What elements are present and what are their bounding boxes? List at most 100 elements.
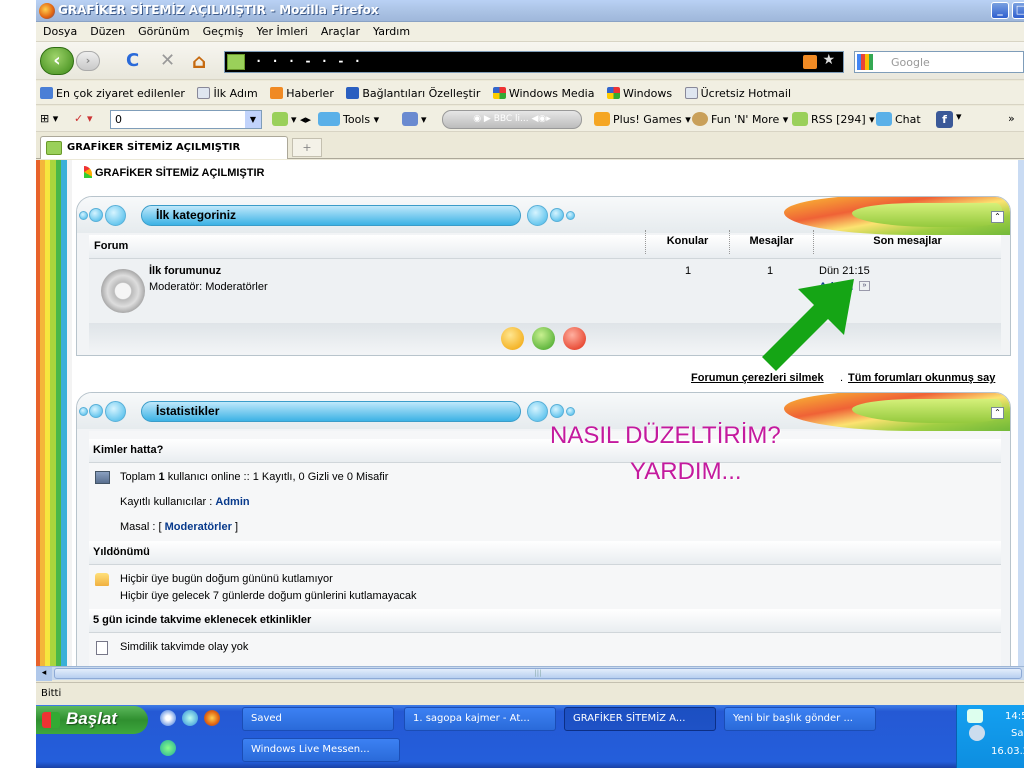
- google-search-engine-icon[interactable]: [857, 54, 873, 70]
- page-title: GRAFİKER SİTEMİZ AÇILMIŞTIR: [76, 166, 264, 179]
- messenger-icon[interactable]: [160, 740, 176, 756]
- maximize-button[interactable]: □: [1012, 2, 1024, 19]
- task-windows-live-messenger[interactable]: Windows Live Messen...: [242, 738, 400, 762]
- statistics-panel-header: İstatistikler ⌃: [77, 393, 1010, 431]
- toolbar-menu-icon[interactable]: ⊞ ▾: [40, 112, 58, 125]
- bookmark-windows[interactable]: Windows: [603, 81, 677, 100]
- calendar-icon: [96, 641, 108, 655]
- red-ball-icon: [563, 327, 586, 350]
- stop-icon[interactable]: ✕: [160, 51, 175, 71]
- menu-history[interactable]: Geçmiş: [196, 22, 250, 38]
- tray-network-icon[interactable]: [969, 725, 985, 741]
- menu-edit[interactable]: Düzen: [83, 22, 131, 38]
- chat-button[interactable]: Chat: [876, 112, 921, 126]
- column-forum: Forum: [94, 240, 129, 252]
- task-sagopa[interactable]: 1. sagopa kajmer - At...: [404, 707, 556, 731]
- menu-bookmarks[interactable]: Yer İmleri: [249, 22, 313, 38]
- new-tab-button[interactable]: +: [292, 138, 322, 157]
- menu-tools[interactable]: Araçlar: [314, 22, 366, 38]
- site-favicon: [227, 54, 245, 70]
- menu-file[interactable]: Dosya: [36, 22, 83, 38]
- category-panel: İlk kategoriniz ⌃ Forum Konular Mesajlar…: [76, 196, 1011, 356]
- tools-menu[interactable]: Tools ▾: [318, 112, 379, 126]
- moderators-group-link[interactable]: Moderatörler: [165, 521, 232, 533]
- windows-taskbar: Başlat Saved 1. sagopa kajmer - At... GR…: [36, 705, 1024, 768]
- menu-bar: Dosya Düzen Görünüm Geçmiş Yer İmleri Araçlar…: [36, 22, 1024, 42]
- addon-logo-icon[interactable]: ✓ ▾: [74, 112, 93, 125]
- home-icon[interactable]: ⌂: [192, 51, 206, 71]
- registered-users: Kayıtlı kullanıcılar : Admin: [120, 496, 250, 508]
- bookmark-windows-media[interactable]: Windows Media: [489, 81, 600, 100]
- toolbar-overflow[interactable]: »: [1008, 112, 1015, 125]
- ie-icon[interactable]: [160, 710, 176, 726]
- bubble-icon: [89, 404, 103, 418]
- addon-toolbar: ⊞ ▾ ✓ ▾ 0 ▼ ▾ ◂▸ Tools ▾ ▾ ◉ ▶ BBC li... …: [36, 106, 1024, 132]
- registered-user-link[interactable]: Admin: [215, 496, 249, 508]
- back-button[interactable]: ‹: [40, 47, 74, 75]
- plus-games-menu[interactable]: Plus! Games ▾: [594, 112, 691, 126]
- ie-icon[interactable]: [182, 710, 198, 726]
- tv-icon[interactable]: ▾: [402, 112, 427, 126]
- windows-logo-icon: [42, 712, 60, 728]
- forum-name-link[interactable]: İlk forumunuz: [149, 265, 221, 277]
- bookmark-star-icon[interactable]: ★: [822, 52, 835, 68]
- bookmark-most-visited[interactable]: En çok ziyaret edilenler: [36, 81, 190, 100]
- menu-view[interactable]: Görünüm: [131, 22, 195, 38]
- vertical-scrollbar[interactable]: [1018, 160, 1024, 666]
- bubble-icon: [105, 401, 126, 422]
- messenger-icon[interactable]: ▾ ◂▸: [272, 112, 311, 126]
- collapse-button[interactable]: ⌃: [991, 407, 1004, 419]
- page-viewport: GRAFİKER SİTEMİZ AÇILMIŞTIR İlk kategori…: [36, 160, 1024, 666]
- rss-menu[interactable]: RSS [294] ▾: [792, 112, 875, 126]
- fun-n-more-menu[interactable]: Fun 'N' More ▾: [692, 112, 788, 126]
- task-grafiker-active[interactable]: GRAFİKER SİTEMİZ A...: [564, 707, 716, 731]
- clock-day: Sal: [1011, 728, 1024, 739]
- window-title: GRAFİKER SİTEMİZ AÇILMIŞTIR - Mozilla Fi…: [58, 3, 379, 17]
- bookmark-hotmail[interactable]: Ücretsiz Hotmail: [681, 81, 796, 100]
- menu-help[interactable]: Yardım: [366, 22, 416, 38]
- chevron-down-icon[interactable]: ▼: [245, 111, 261, 128]
- start-button[interactable]: Başlat: [36, 706, 148, 734]
- category-title[interactable]: İlk kategoriniz: [141, 205, 521, 226]
- bookmark-customize-links[interactable]: Bağlantıları Özelleştir: [342, 81, 485, 100]
- forum-topics: 1: [685, 265, 692, 277]
- tray-user-icon[interactable]: [967, 709, 983, 723]
- scroll-left-icon[interactable]: ◂: [36, 667, 52, 681]
- column-posts: Mesajlar: [729, 230, 813, 254]
- rss-feed-icon[interactable]: [803, 55, 817, 69]
- media-player[interactable]: ◉ ▶ BBC li... ◀◉▸: [442, 110, 582, 129]
- minimize-button[interactable]: _: [991, 2, 1009, 19]
- firefox-icon: [39, 3, 55, 19]
- scrollbar-thumb[interactable]: |||: [54, 668, 1022, 679]
- cake-icon: [95, 573, 109, 586]
- bubble-icon: [79, 211, 88, 220]
- tab-grafiker[interactable]: GRAFİKER SİTEMİZ AÇILMIŞTIR: [40, 136, 288, 159]
- facebook-icon[interactable]: f ▾: [936, 110, 962, 128]
- birthday-today: Hiçbir üye bugün doğum gününü kutlamıyor: [120, 573, 333, 585]
- clock-time: 14:5: [1005, 711, 1024, 722]
- page-icon: [197, 87, 211, 99]
- tab-label: GRAFİKER SİTEMİZ AÇILMIŞTIR: [67, 142, 241, 153]
- url-bar[interactable]: · · · - · - · ★: [224, 51, 844, 73]
- statistics-body: Kimler hatta? Toplam 1 kullanıcı online …: [89, 431, 1001, 666]
- help-overlay-line1: NASIL DÜZELTİRİM?: [550, 422, 781, 449]
- bookmarks-toolbar: En çok ziyaret edilenler İlk Adım Haberl…: [36, 81, 1024, 105]
- collapse-button[interactable]: ⌃: [991, 211, 1004, 223]
- toolbar-combo[interactable]: 0 ▼: [110, 110, 262, 129]
- horizontal-scrollbar[interactable]: ◂ |||: [36, 666, 1024, 681]
- bookmark-getting-started[interactable]: İlk Adım: [193, 81, 262, 100]
- birthday-upcoming: Hiçbir üye gelecek 7 günlerde doğum günl…: [120, 590, 417, 602]
- task-saved[interactable]: Saved: [242, 707, 394, 731]
- category-panel-header: İlk kategoriniz ⌃: [77, 197, 1010, 235]
- forward-button[interactable]: ›: [76, 51, 100, 71]
- firefox-icon[interactable]: [204, 710, 220, 726]
- bubble-icon: [105, 205, 126, 226]
- mark-all-read-link[interactable]: Tüm forumları okunmuş say: [848, 372, 995, 384]
- search-input[interactable]: Google: [854, 51, 1024, 73]
- navigation-toolbar: ‹ › C ✕ ⌂ · · · - · - · ★ Google: [36, 42, 1024, 80]
- bookmark-news[interactable]: Haberler: [266, 81, 339, 100]
- reload-icon[interactable]: C: [126, 51, 139, 71]
- task-new-topic[interactable]: Yeni bir başlık gönder ...: [724, 707, 876, 731]
- page-content: GRAFİKER SİTEMİZ AÇILMIŞTIR İlk kategori…: [72, 160, 1014, 666]
- bubble-icon: [566, 211, 575, 220]
